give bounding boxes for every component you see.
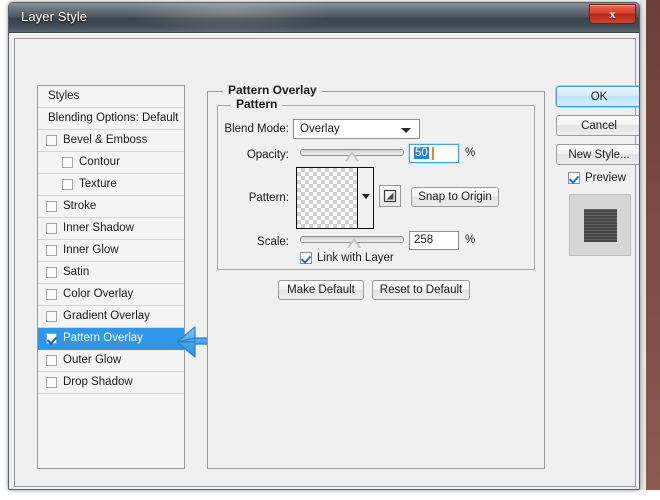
style-row-label: Gradient Overlay xyxy=(63,309,150,322)
scale-unit: % xyxy=(465,234,476,246)
dialog-client-area: Styles Blending Options: Default Bevel & E… xyxy=(9,33,639,489)
style-row-label: Color Overlay xyxy=(63,287,134,300)
style-row-label: Drop Shadow xyxy=(63,375,133,388)
style-row-label: Pattern Overlay xyxy=(63,331,143,344)
style-row-texture[interactable]: Texture xyxy=(38,174,184,196)
checkbox-contour[interactable] xyxy=(62,157,73,168)
style-row-label: Stroke xyxy=(63,199,97,212)
blend-mode-label: Blend Mode: xyxy=(224,123,289,135)
screen: Layer Style x Styles Blending Options: De… xyxy=(0,0,660,500)
blend-mode-value: Overlay xyxy=(300,123,340,135)
opacity-slider-thumb[interactable] xyxy=(345,151,359,161)
chevron-down-icon xyxy=(362,194,370,199)
opacity-value: 50 xyxy=(414,147,429,159)
new-pattern-icon xyxy=(383,189,397,203)
checkbox-outer-glow[interactable] xyxy=(46,355,57,366)
checkbox-stroke[interactable] xyxy=(46,201,57,212)
scale-value: 258 xyxy=(414,234,434,246)
close-icon: x xyxy=(609,7,616,21)
style-row-label: Contour xyxy=(79,155,120,168)
checkbox-satin[interactable] xyxy=(46,267,57,278)
style-row-satin[interactable]: Satin xyxy=(38,262,184,284)
scale-slider-thumb[interactable] xyxy=(347,238,361,248)
style-row-styles[interactable]: Styles xyxy=(38,86,184,108)
style-row-stroke[interactable]: Stroke xyxy=(38,196,184,218)
cancel-button[interactable]: Cancel xyxy=(556,115,639,136)
checkbox-drop-shadow[interactable] xyxy=(46,377,57,388)
style-row-inner-glow[interactable]: Inner Glow xyxy=(38,240,184,262)
new-pattern-button[interactable] xyxy=(379,185,401,207)
scale-input[interactable]: 258 xyxy=(409,231,459,250)
style-row-gradient-overlay[interactable]: Gradient Overlay xyxy=(38,306,184,328)
pattern-overlay-group-title: Pattern Overlay xyxy=(223,83,322,97)
style-row-label: Styles xyxy=(48,89,80,102)
style-row-blending-options-default[interactable]: Blending Options: Default xyxy=(38,108,184,130)
blend-mode-select[interactable]: Overlay xyxy=(293,119,420,139)
style-row-bevel-emboss[interactable]: Bevel & Emboss xyxy=(38,130,184,152)
pattern-preview-swatch xyxy=(297,168,359,228)
reset-to-default-button[interactable]: Reset to Default xyxy=(372,280,470,300)
text-caret xyxy=(432,147,434,160)
style-row-label: Satin xyxy=(63,265,90,278)
desktop-background-bottom xyxy=(0,490,660,500)
window-title: Layer Style xyxy=(21,9,88,24)
checkbox-gradient-overlay[interactable] xyxy=(46,311,57,322)
title-bar[interactable]: Layer Style x xyxy=(9,3,639,33)
checkbox-bevel-emboss[interactable] xyxy=(46,135,57,146)
pattern-group-title: Pattern xyxy=(231,97,283,111)
style-row-label: Outer Glow xyxy=(63,353,122,366)
style-row-outer-glow[interactable]: Outer Glow xyxy=(38,350,184,372)
style-row-label: Bevel & Emboss xyxy=(63,133,148,146)
style-row-label: Inner Glow xyxy=(63,243,119,256)
dialog-inner-frame: Styles Blending Options: Default Bevel & E… xyxy=(14,38,639,487)
checkbox-texture[interactable] xyxy=(62,179,73,190)
desktop-background-brown xyxy=(646,0,660,500)
close-button[interactable]: x xyxy=(589,4,636,24)
opacity-unit: % xyxy=(465,147,476,159)
chevron-down-icon xyxy=(401,128,411,133)
link-with-layer-label[interactable]: Link with Layer xyxy=(317,252,394,264)
preview-swatch xyxy=(584,209,617,242)
link-with-layer-checkbox[interactable] xyxy=(300,252,312,264)
style-row-contour[interactable]: Contour xyxy=(38,152,184,174)
style-row-color-overlay[interactable]: Color Overlay xyxy=(38,284,184,306)
pattern-swatch-picker[interactable] xyxy=(296,167,374,229)
style-row-label: Texture xyxy=(79,177,117,190)
preview-label[interactable]: Preview xyxy=(585,172,626,184)
ok-button[interactable]: OK xyxy=(556,86,639,107)
style-row-label: Blending Options: Default xyxy=(48,111,179,124)
style-row-pattern-overlay[interactable]: Pattern Overlay xyxy=(38,328,184,350)
snap-to-origin-button[interactable]: Snap to Origin xyxy=(411,187,499,207)
pattern-label: Pattern: xyxy=(248,192,289,204)
preview-checkbox[interactable] xyxy=(568,172,580,184)
style-row-label: Inner Shadow xyxy=(63,221,134,234)
style-row-inner-shadow[interactable]: Inner Shadow xyxy=(38,218,184,240)
scale-label: Scale: xyxy=(257,236,289,248)
styles-list[interactable]: Styles Blending Options: Default Bevel & E… xyxy=(37,85,185,469)
make-default-button[interactable]: Make Default xyxy=(278,280,364,300)
checkbox-inner-glow[interactable] xyxy=(46,245,57,256)
style-row-drop-shadow[interactable]: Drop Shadow xyxy=(38,372,184,394)
checkbox-inner-shadow[interactable] xyxy=(46,223,57,234)
style-preview-thumbnail xyxy=(569,194,631,256)
checkbox-pattern-overlay[interactable] xyxy=(46,333,57,344)
title-bar-glow xyxy=(129,3,329,33)
checkbox-color-overlay[interactable] xyxy=(46,289,57,300)
new-style-button[interactable]: New Style... xyxy=(556,144,639,165)
opacity-label: Opacity: xyxy=(246,149,289,161)
opacity-input[interactable]: 50 xyxy=(409,144,459,163)
layer-style-dialog: Layer Style x Styles Blending Options: De… xyxy=(8,2,640,490)
pattern-dropdown-button[interactable] xyxy=(357,168,373,228)
